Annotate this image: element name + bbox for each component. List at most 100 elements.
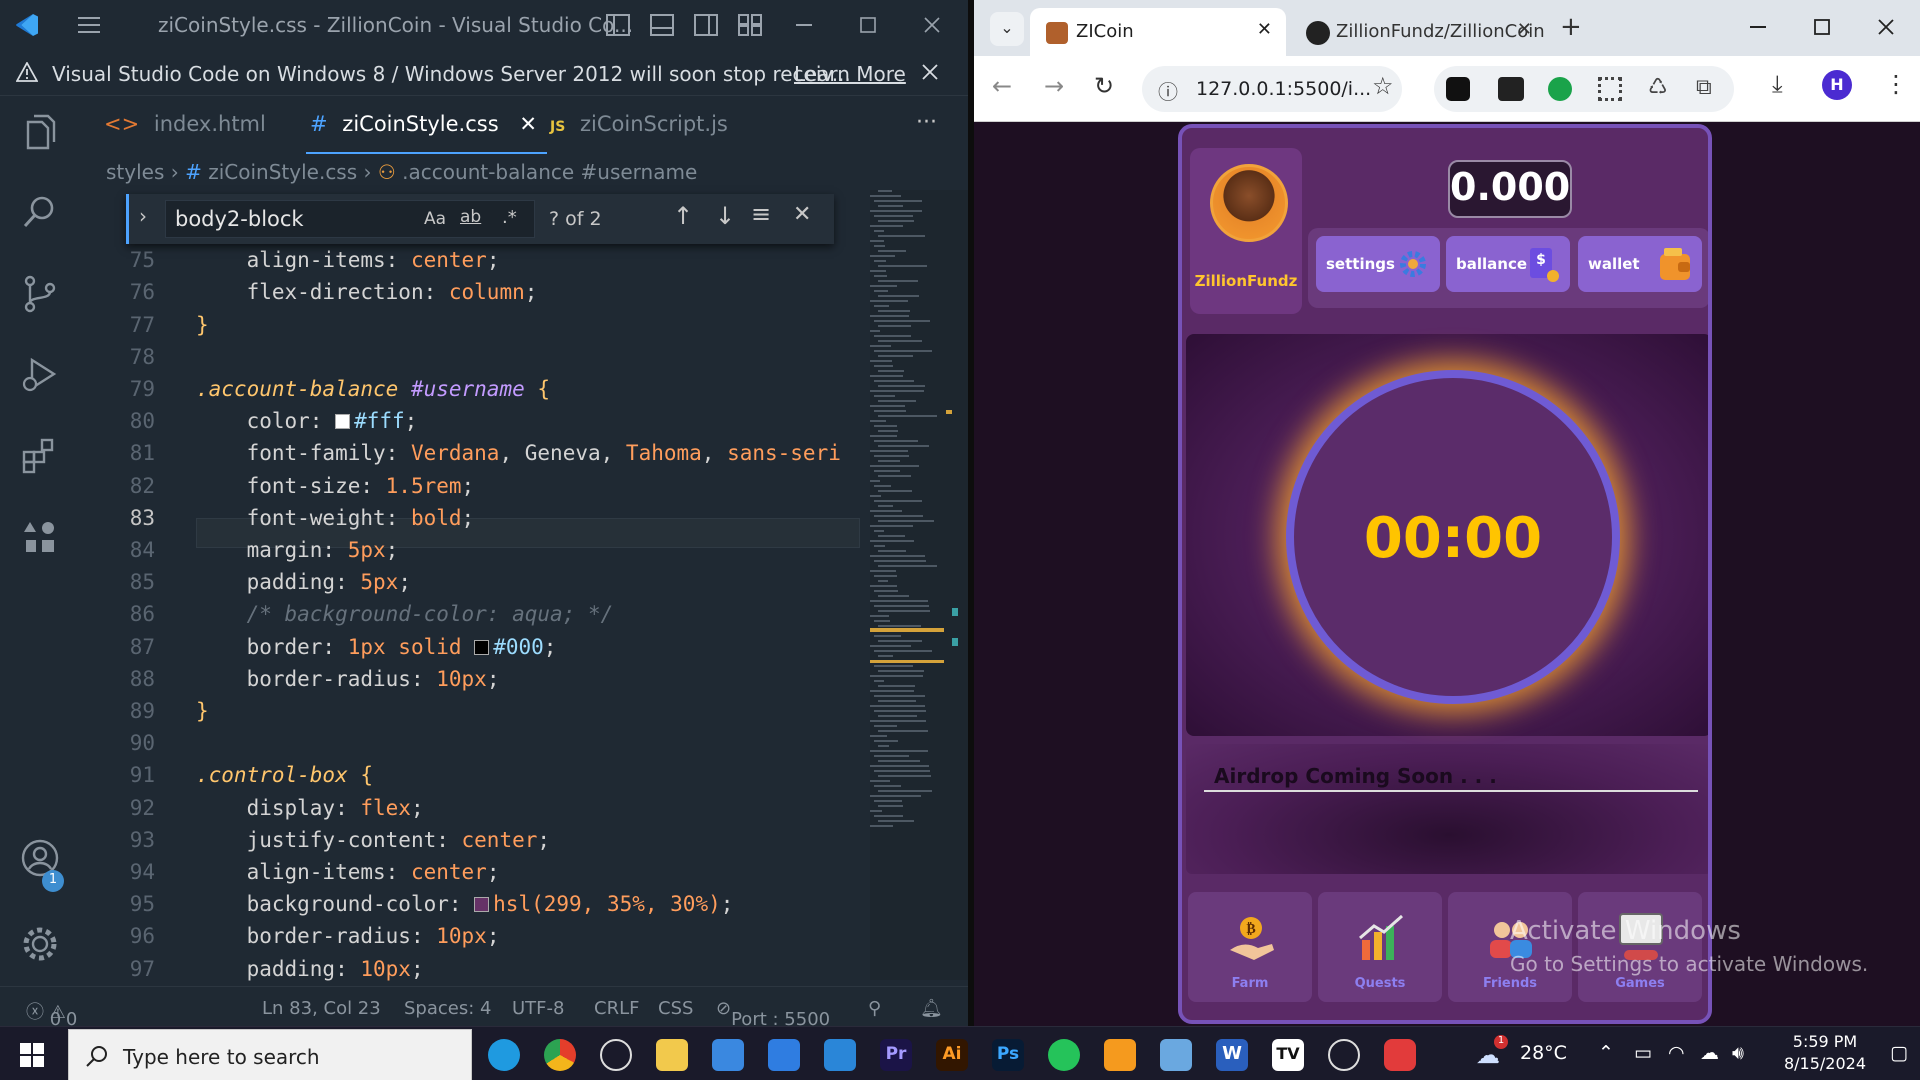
timer-ring[interactable]: 00:00 [1286, 370, 1620, 704]
extension-dice-icon[interactable] [1446, 77, 1470, 101]
toggle-sidebar-icon[interactable] [606, 14, 630, 36]
line-ending[interactable]: CRLF [594, 998, 639, 1019]
store-icon[interactable] [712, 1039, 744, 1071]
find-in-selection-icon[interactable]: ≡ [751, 200, 771, 228]
notifications-icon[interactable]: ▢ [1890, 1042, 1908, 1064]
obs-icon[interactable] [1328, 1039, 1360, 1071]
notifications-bell-icon[interactable]: 🔔︎ [920, 998, 943, 1019]
minimap[interactable] [870, 190, 968, 980]
video-editor-icon[interactable] [1104, 1039, 1136, 1071]
close-tab-icon[interactable]: ✕ [1257, 19, 1272, 40]
run-debug-icon[interactable] [18, 352, 62, 396]
battery-icon[interactable]: ▭ [1634, 1042, 1652, 1064]
windows-start-icon[interactable] [20, 1043, 44, 1067]
toggle-secondary-sidebar-icon[interactable] [694, 14, 718, 36]
taskbar-search[interactable]: Type here to search [68, 1029, 472, 1080]
nav-quests[interactable]: Quests [1318, 892, 1442, 1002]
menu-icon[interactable] [76, 14, 102, 36]
new-tab-icon[interactable]: + [1560, 12, 1582, 42]
illustrator-icon[interactable]: Ai [936, 1039, 968, 1071]
code-editor[interactable]: 74 justify-content: flex-start;75 align-… [80, 230, 870, 986]
explorer-icon[interactable] [18, 110, 62, 154]
close-icon[interactable] [924, 17, 940, 33]
minimize-icon[interactable] [796, 24, 812, 26]
tradingview-icon[interactable]: TV [1272, 1039, 1304, 1071]
language-mode[interactable]: CSS [658, 998, 693, 1019]
back-icon[interactable]: ← [992, 72, 1012, 100]
search-icon[interactable] [18, 190, 62, 234]
site-info-icon[interactable]: ⓘ [1158, 76, 1178, 105]
extension-qr-icon[interactable] [1598, 77, 1622, 101]
wifi-icon[interactable]: ◠ [1668, 1042, 1685, 1064]
breadcrumb-selector[interactable]: .account-balance #username [402, 160, 697, 184]
reload-icon[interactable]: ↻ [1094, 72, 1114, 100]
nav-friends[interactable]: Friends [1448, 892, 1572, 1002]
extension-bybit-icon[interactable] [1498, 77, 1524, 101]
tab-search-icon[interactable]: ⌄ [990, 12, 1024, 46]
previous-match-icon[interactable]: ↑ [673, 202, 693, 230]
live-server-status[interactable]: ⊘ Port : 5500 [716, 998, 830, 1026]
weather-temp[interactable]: 28°C [1520, 1042, 1567, 1064]
match-case-toggle[interactable]: Aa [424, 209, 446, 229]
browser-tab-zicoin[interactable]: ZICoin ✕ [1030, 8, 1286, 56]
clock[interactable]: 5:59 PM 8/15/2024 [1770, 1031, 1880, 1075]
volume-icon[interactable]: 🔊︎ [1732, 1042, 1744, 1064]
nav-games[interactable]: Games [1578, 892, 1702, 1002]
indentation[interactable]: Spaces: 4 [404, 998, 491, 1019]
maximize-icon[interactable] [860, 17, 876, 33]
close-tab-icon[interactable]: ✕ [519, 112, 537, 136]
premiere-icon[interactable]: Pr [880, 1039, 912, 1071]
balance-button[interactable]: ballance $ [1446, 236, 1570, 292]
settings-gear-icon[interactable] [18, 922, 62, 966]
browser-menu-icon[interactable]: ⋮ [1884, 70, 1908, 98]
photoshop-icon[interactable]: Ps [992, 1039, 1024, 1071]
vivaldi-icon[interactable] [1384, 1039, 1416, 1071]
close-tab-icon[interactable]: ✕ [1517, 19, 1532, 40]
toggle-replace-icon[interactable]: › [139, 204, 147, 228]
cursor-position[interactable]: Ln 83, Col 23 [262, 998, 381, 1019]
forward-icon[interactable]: → [1044, 72, 1064, 100]
minimize-icon[interactable] [1750, 26, 1766, 28]
vscode-taskbar-icon[interactable] [824, 1039, 856, 1071]
next-match-icon[interactable]: ↓ [715, 202, 735, 230]
extension-recycle-icon[interactable]: ♺ [1648, 75, 1668, 100]
wallet-button[interactable]: wallet [1578, 236, 1702, 292]
toggle-panel-icon[interactable] [650, 14, 674, 36]
breadcrumb-folder[interactable]: styles [106, 160, 164, 184]
word-icon[interactable]: W [1216, 1039, 1248, 1071]
tab-index-html[interactable]: <> index.html [104, 96, 266, 154]
breadcrumb-file[interactable]: ziCoinStyle.css [208, 160, 357, 184]
settings-button[interactable]: settings [1316, 236, 1440, 292]
edge-icon[interactable] [488, 1039, 520, 1071]
encoding[interactable]: UTF-8 [512, 998, 564, 1019]
regex-toggle[interactable]: .* [502, 207, 517, 228]
learn-more-link[interactable]: Learn More [794, 62, 906, 86]
close-find-icon[interactable]: ✕ [793, 202, 811, 227]
problems-indicator[interactable]: ⓧ 0 ⚠ 0 [26, 998, 77, 1026]
whatsapp-icon[interactable] [1048, 1039, 1080, 1071]
tray-expand-icon[interactable]: ⌃ [1598, 1042, 1614, 1064]
file-explorer-icon[interactable] [656, 1039, 688, 1071]
customize-layout-icon[interactable] [738, 14, 762, 36]
source-control-icon[interactable] [18, 272, 62, 316]
bookmark-star-icon[interactable]: ☆ [1372, 72, 1394, 100]
remote-explorer-icon[interactable] [18, 516, 62, 560]
extension-green-icon[interactable] [1548, 77, 1572, 101]
tab-zicoinscript-js[interactable]: JS ziCoinScript.js [550, 96, 728, 154]
maximize-icon[interactable] [1814, 19, 1830, 35]
profile-avatar[interactable]: H [1822, 70, 1852, 100]
media-player-icon[interactable] [600, 1039, 632, 1071]
extensions-icon[interactable] [18, 434, 62, 478]
dismiss-notice-icon[interactable] [922, 64, 938, 80]
user-avatar[interactable] [1210, 164, 1288, 242]
tab-zicoinstyle-css[interactable]: # ziCoinStyle.css ✕ [306, 96, 547, 154]
nav-farm[interactable]: ₿ Farm [1188, 892, 1312, 1002]
extensions-puzzle-icon[interactable]: ⧉ [1696, 75, 1712, 100]
onedrive-icon[interactable]: ☁ [1700, 1042, 1719, 1064]
close-icon[interactable] [1878, 19, 1894, 35]
feedback-icon[interactable]: ⚲ [868, 998, 881, 1019]
more-actions-icon[interactable]: ··· [916, 110, 937, 135]
browser-tab-github[interactable]: ZillionFundz/ZillionCoin ✕ [1290, 8, 1546, 56]
network-app-icon[interactable] [1160, 1039, 1192, 1071]
find-input[interactable]: body2-block Aa ab .* [165, 200, 535, 238]
